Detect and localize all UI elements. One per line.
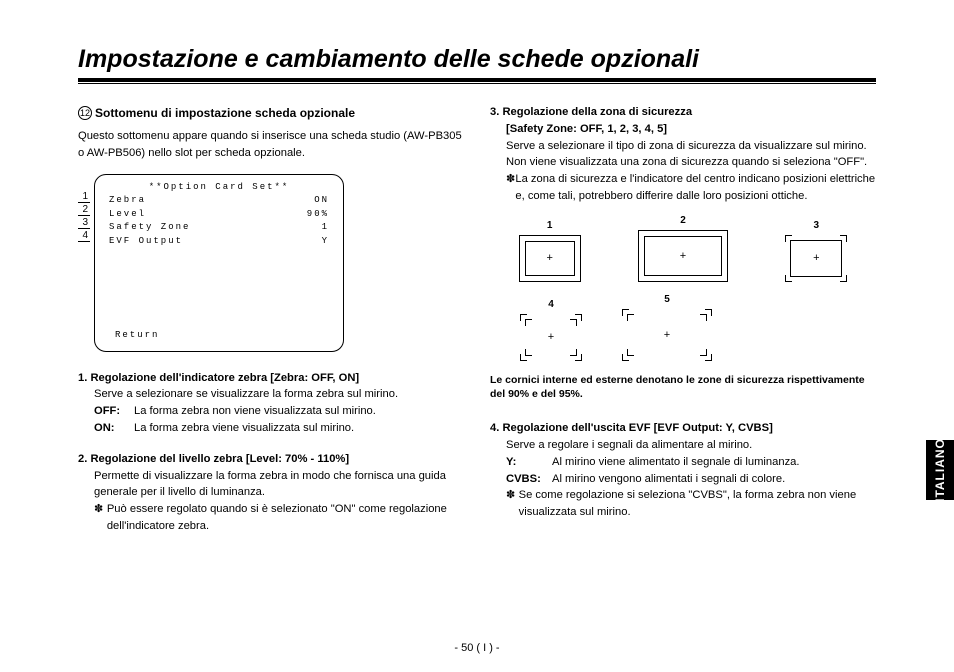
item-desc: Permette di visualizzare la forma zebra … (94, 468, 464, 502)
option-val: La forma zebra viene visualizzata sul mi… (134, 420, 354, 437)
safety-zone-diagram: 1 + 2 + 3 (490, 213, 876, 361)
note-text: La zona di sicurezza e l'indicatore del … (515, 171, 876, 205)
page-title: Impostazione e cambiamento delle schede … (78, 45, 876, 82)
right-column: 3. Regolazione della zona di sicurezza [… (490, 104, 876, 549)
osd-row-label: Safety Zone (109, 221, 190, 235)
sz-caption: Le cornici interne ed esterne denotano l… (490, 373, 876, 402)
item-heading: 4. Regolazione dell'uscita EVF [EVF Outp… (490, 420, 876, 437)
option-val: Al mirino vengono alimentati i segnali d… (552, 471, 785, 488)
sz-box: + (622, 309, 712, 361)
menu-num: 4 (78, 229, 90, 242)
item-note: ✽Se come regolazione si seleziona "CVBS"… (506, 487, 876, 521)
osd-menu-title: **Option Card Set** (109, 181, 329, 195)
section-intro: Questo sottomenu appare quando si inseri… (78, 128, 464, 162)
sz-num: 3 (785, 218, 847, 233)
center-cross-icon: + (680, 248, 686, 265)
osd-menu-figure: 1 2 3 4 **Option Card Set** Zebra ON Leve… (78, 174, 464, 352)
item-note: ✽La zona di sicurezza e l'indicatore del… (506, 171, 876, 205)
item-heading: 3. Regolazione della zona di sicurezza (490, 104, 876, 121)
center-cross-icon: + (664, 327, 670, 344)
sz-box: + (519, 235, 581, 282)
note-symbol-icon: ✽ (506, 487, 519, 521)
osd-menu-row: EVF Output Y (109, 235, 329, 249)
item-3: 3. Regolazione della zona di sicurezza [… (490, 104, 876, 402)
language-tab: ITALIANO (926, 440, 954, 500)
menu-num: 1 (78, 190, 90, 203)
item-desc: Serve a selezionare se visualizzare la f… (94, 386, 464, 403)
two-column-layout: 12Sottomenu di impostazione scheda opzio… (78, 104, 876, 549)
center-cross-icon: + (548, 329, 554, 346)
option-row: Y:Al mirino viene alimentato il segnale … (506, 454, 876, 471)
option-key: Y: (506, 454, 552, 471)
osd-row-value: Y (322, 235, 329, 249)
option-key: CVBS: (506, 471, 552, 488)
sz-num: 4 (520, 297, 582, 312)
option-val: Al mirino viene alimentato il segnale di… (552, 454, 800, 471)
item-1: 1. Regolazione dell'indicatore zebra [Ze… (78, 370, 464, 437)
note-text: Se come regolazione si seleziona "CVBS",… (519, 487, 876, 521)
menu-num: 2 (78, 203, 90, 216)
osd-row-value: ON (314, 194, 329, 208)
left-column: 12Sottomenu di impostazione scheda opzio… (78, 104, 464, 549)
item-desc: Serve a selezionare il tipo di zona di s… (506, 138, 876, 172)
sz-num: 2 (638, 213, 728, 228)
item-heading: 2. Regolazione del livello zebra [Level:… (78, 451, 464, 468)
section-heading: 12Sottomenu di impostazione scheda opzio… (78, 104, 464, 122)
sz-num: 1 (519, 218, 581, 233)
sz-box: + (638, 230, 728, 282)
osd-row-label: Zebra (109, 194, 146, 208)
note-symbol-icon: ✽ (506, 171, 515, 205)
sz-variant-3: 3 + (785, 218, 847, 282)
center-cross-icon: + (813, 250, 819, 267)
menu-row-numbers: 1 2 3 4 (78, 174, 90, 242)
option-key: OFF: (94, 403, 134, 420)
sz-num: 5 (622, 292, 712, 307)
item-heading: 1. Regolazione dell'indicatore zebra [Ze… (78, 370, 464, 387)
option-row: ON:La forma zebra viene visualizzata sul… (94, 420, 464, 437)
sz-variant-4: 4 + (520, 297, 582, 361)
sz-box: + (520, 314, 582, 361)
osd-menu-row: Safety Zone 1 (109, 221, 329, 235)
title-rule (78, 83, 876, 84)
item-heading-line2: [Safety Zone: OFF, 1, 2, 3, 4, 5] (506, 121, 876, 138)
osd-menu-row: Zebra ON (109, 194, 329, 208)
center-cross-icon: + (546, 250, 552, 267)
option-val: La forma zebra non viene visualizzata su… (134, 403, 376, 420)
circled-number-icon: 12 (78, 106, 92, 120)
note-symbol-icon: ✽ (94, 501, 107, 535)
page-number: - 50 ( I ) - (0, 642, 954, 654)
osd-row-label: Level (109, 208, 146, 222)
language-tab-label: ITALIANO (933, 438, 947, 502)
option-key: ON: (94, 420, 134, 437)
osd-row-value: 90% (307, 208, 329, 222)
option-row: CVBS:Al mirino vengono alimentati i segn… (506, 471, 876, 488)
osd-row-label: EVF Output (109, 235, 183, 249)
item-4: 4. Regolazione dell'uscita EVF [EVF Outp… (490, 420, 876, 521)
sz-box: + (785, 235, 847, 282)
item-2: 2. Regolazione del livello zebra [Level:… (78, 451, 464, 535)
osd-row-value: 1 (322, 221, 329, 235)
item-desc: Serve a regolare i segnali da alimentare… (506, 437, 876, 454)
menu-num: 3 (78, 216, 90, 229)
sz-variant-5: 5 + (622, 292, 712, 361)
osd-menu-box: **Option Card Set** Zebra ON Level 90% Saf… (94, 174, 344, 352)
item-note: ✽Può essere regolato quando si è selezio… (94, 501, 464, 535)
note-text: Può essere regolato quando si è selezion… (107, 501, 464, 535)
osd-menu-row: Level 90% (109, 208, 329, 222)
osd-menu-return: Return (115, 329, 159, 343)
section-heading-text: Sottomenu di impostazione scheda opziona… (95, 106, 355, 120)
sz-variant-2: 2 + (638, 213, 728, 282)
sz-variant-1: 1 + (519, 218, 581, 282)
option-row: OFF:La forma zebra non viene visualizzat… (94, 403, 464, 420)
